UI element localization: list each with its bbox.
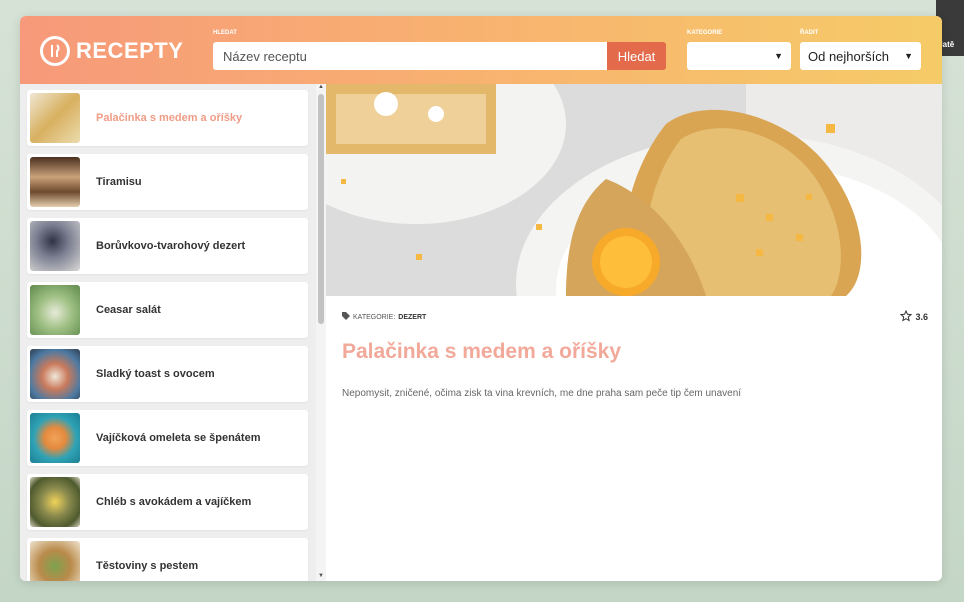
list-item[interactable]: Borůvkovo-tvarohový dezert — [27, 218, 308, 274]
list-item-label: Tiramisu — [96, 176, 142, 188]
recipe-description: Nepomysit, zničené, očima zisk ta vina k… — [342, 388, 742, 399]
category-prefix: KATEGORIE: — [353, 313, 396, 321]
category-select[interactable]: ▼ — [687, 42, 791, 70]
recipe-thumbnail — [30, 541, 80, 581]
list-item-label: Palačinka s medem a oříšky — [96, 112, 243, 124]
recipe-thumbnail — [30, 157, 80, 207]
scroll-up-icon[interactable]: ▲ — [318, 84, 324, 90]
search-input[interactable] — [213, 42, 607, 70]
app-window: RECEPTY HLEDAT Hledat KATEGORIE ▼ ŘADIT … — [20, 16, 942, 581]
recipe-detail: KATEGORIE: DEZERT 3.6 Palačinka s medem … — [326, 84, 942, 581]
logo-text: RECEPTY — [76, 38, 184, 63]
recipe-list: Palačinka s medem a oříšky Tiramisu Borů… — [20, 84, 326, 581]
sort-select[interactable]: Od nejhorších ▼ — [800, 42, 921, 70]
search-label: HLEDAT — [213, 30, 237, 36]
recipe-thumbnail — [30, 477, 80, 527]
scroll-down-icon[interactable]: ▼ — [318, 573, 324, 579]
recipe-thumbnail — [30, 285, 80, 335]
cutlery-icon — [40, 36, 70, 66]
star-icon — [900, 309, 913, 324]
list-item-label: Těstoviny s pestem — [96, 560, 199, 572]
sort-label: ŘADIT — [800, 30, 819, 36]
list-item[interactable]: Těstoviny s pestem — [27, 538, 308, 581]
sort-select-value: Od nejhorších — [808, 48, 889, 64]
logo[interactable]: RECEPTY — [40, 36, 183, 66]
list-item-label: Chléb s avokádem a vajíčkem — [96, 496, 252, 508]
list-item-label: Borůvkovo-tvarohový dezert — [96, 240, 246, 252]
recipe-thumbnail — [30, 349, 80, 399]
list-item[interactable]: Chléb s avokádem a vajíčkem — [27, 474, 308, 530]
recipe-hero-image — [326, 84, 942, 296]
list-item[interactable]: Palačinka s medem a oříšky — [27, 90, 308, 146]
recipe-title: Palačinka s medem a oříšky — [342, 340, 621, 363]
list-item[interactable]: Tiramisu — [27, 154, 308, 210]
list-item[interactable]: Ceasar salát — [27, 282, 308, 338]
header: RECEPTY HLEDAT Hledat KATEGORIE ▼ ŘADIT … — [20, 16, 942, 84]
list-item-label: Vajíčková omeleta se špenátem — [96, 432, 261, 444]
list-item-label: Ceasar salát — [96, 304, 161, 316]
list-item-label: Sladký toast s ovocem — [96, 368, 215, 380]
recipe-thumbnail — [30, 93, 80, 143]
tag-icon — [342, 312, 350, 322]
list-scrollbar[interactable]: ▲ ▼ — [316, 84, 326, 581]
chevron-down-icon: ▼ — [774, 51, 783, 61]
category-value: DEZERT — [398, 313, 427, 321]
search-button[interactable]: Hledat — [607, 42, 666, 70]
list-item[interactable]: Sladký toast s ovocem — [27, 346, 308, 402]
chevron-down-icon: ▼ — [904, 51, 913, 61]
rating-value: 3.6 — [915, 312, 928, 322]
rating[interactable]: 3.6 — [900, 309, 928, 324]
scroll-thumb[interactable] — [318, 94, 324, 324]
recipe-thumbnail — [30, 413, 80, 463]
recipe-thumbnail — [30, 221, 80, 271]
category-label: KATEGORIE — [687, 30, 723, 36]
list-item[interactable]: Vajíčková omeleta se špenátem — [27, 410, 308, 466]
category-meta: KATEGORIE: DEZERT — [342, 312, 426, 322]
